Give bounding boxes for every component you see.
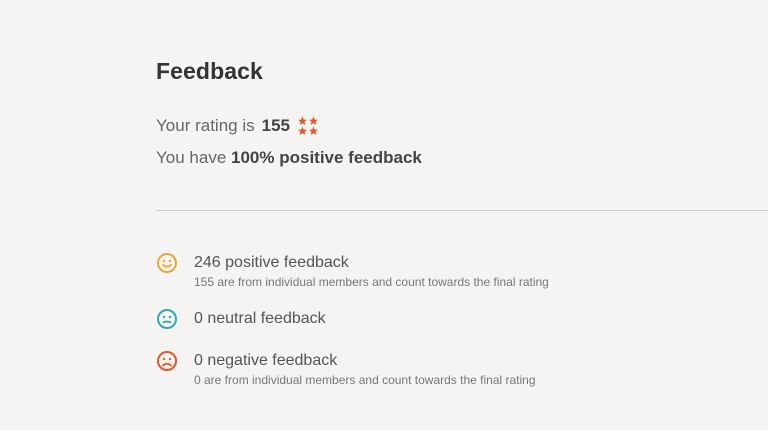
feedback-item-negative: 0 negative feedback 0 are from individua… [156, 351, 536, 387]
feedback-item-positive: 246 positive feedback 155 are from indiv… [156, 253, 549, 289]
feedback-page: Feedback Your rating is 155 You have 100… [156, 0, 768, 430]
smile-icon [157, 253, 177, 273]
rating-value: 155 [261, 116, 290, 135]
positive-summary: You have 100% positive feedback [156, 148, 422, 168]
page-title: Feedback [156, 58, 263, 84]
positive-summary-prefix: You have [156, 148, 227, 167]
divider [156, 210, 768, 211]
feedback-item-neutral: 0 neutral feedback [156, 309, 326, 330]
positive-summary-value: 100% positive feedback [231, 148, 422, 167]
rating-prefix: Your rating is [156, 116, 255, 135]
rating-line: Your rating is 155 [156, 116, 319, 136]
feedback-label: 246 positive feedback [194, 254, 349, 271]
feedback-label: 0 neutral feedback [194, 310, 326, 327]
feedback-sublabel: 155 are from individual members and coun… [194, 275, 549, 289]
neutral-face-icon [157, 309, 177, 329]
sad-face-icon [157, 351, 177, 371]
feedback-sublabel: 0 are from individual members and count … [194, 373, 536, 387]
stars-icon [297, 116, 318, 135]
feedback-label: 0 negative feedback [194, 352, 338, 369]
